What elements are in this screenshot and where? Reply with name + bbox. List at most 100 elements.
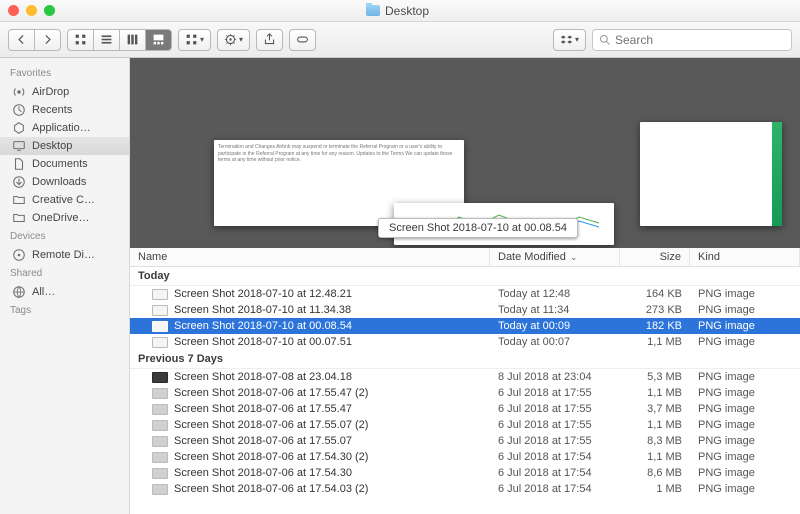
file-row[interactable]: Screen Shot 2018-07-10 at 12.48.21Today … xyxy=(130,286,800,302)
close-window-button[interactable] xyxy=(8,5,19,16)
file-icon xyxy=(152,436,168,447)
file-icon xyxy=(152,420,168,431)
sidebar-item[interactable]: AirDrop xyxy=(0,83,129,101)
share-button[interactable] xyxy=(256,29,283,51)
file-size: 164 KB xyxy=(620,287,690,301)
file-icon xyxy=(152,305,168,316)
sidebar-header: Favorites xyxy=(0,64,129,83)
sidebar-item[interactable]: Creative C… xyxy=(0,191,129,209)
file-date: 6 Jul 2018 at 17:54 xyxy=(490,466,620,480)
file-date: 6 Jul 2018 at 17:55 xyxy=(490,418,620,432)
file-kind: PNG image xyxy=(690,287,800,301)
sidebar-header: Tags xyxy=(0,301,129,320)
gallery-view-button[interactable] xyxy=(146,29,172,51)
sidebar-item[interactable]: Remote Di… xyxy=(0,246,129,264)
file-row[interactable]: Screen Shot 2018-07-10 at 00.07.51Today … xyxy=(130,334,800,350)
network-icon xyxy=(12,285,26,299)
file-icon xyxy=(152,404,168,415)
file-kind: PNG image xyxy=(690,319,800,333)
file-name: Screen Shot 2018-07-06 at 17.55.07 xyxy=(174,435,352,447)
file-date: Today at 11:34 xyxy=(490,303,620,317)
back-button[interactable] xyxy=(8,29,35,51)
file-row[interactable]: Screen Shot 2018-07-06 at 17.55.476 Jul … xyxy=(130,401,800,417)
airdrop-icon xyxy=(12,85,26,99)
minimize-window-button[interactable] xyxy=(26,5,37,16)
sidebar-item[interactable]: Downloads xyxy=(0,173,129,191)
sidebar-item[interactable]: Desktop xyxy=(0,137,129,155)
file-row[interactable]: Screen Shot 2018-07-06 at 17.54.03 (2)6 … xyxy=(130,481,800,497)
forward-button[interactable] xyxy=(35,29,61,51)
file-icon xyxy=(152,468,168,479)
file-kind: PNG image xyxy=(690,466,800,480)
sidebar-item-label: Recents xyxy=(32,104,72,116)
file-name: Screen Shot 2018-07-06 at 17.55.07 (2) xyxy=(174,419,368,431)
list-view-button[interactable] xyxy=(94,29,120,51)
sidebar-item[interactable]: OneDrive… xyxy=(0,209,129,227)
file-row[interactable]: Screen Shot 2018-07-10 at 11.34.38Today … xyxy=(130,302,800,318)
icon-view-button[interactable] xyxy=(67,29,94,51)
arrange-button[interactable]: ▾ xyxy=(178,29,211,51)
file-row[interactable]: Screen Shot 2018-07-06 at 17.54.30 (2)6 … xyxy=(130,449,800,465)
file-size: 3,7 MB xyxy=(620,402,690,416)
file-row[interactable]: Screen Shot 2018-07-08 at 23.04.188 Jul … xyxy=(130,369,800,385)
column-header-name[interactable]: Name xyxy=(130,248,490,266)
window-title: Desktop xyxy=(55,4,740,18)
file-kind: PNG image xyxy=(690,303,800,317)
file-row[interactable]: Screen Shot 2018-07-06 at 17.55.076 Jul … xyxy=(130,433,800,449)
file-name: Screen Shot 2018-07-06 at 17.54.03 (2) xyxy=(174,483,368,495)
file-kind: PNG image xyxy=(690,434,800,448)
column-header-date[interactable]: Date Modified⌄ xyxy=(490,248,620,266)
zoom-window-button[interactable] xyxy=(44,5,55,16)
file-kind: PNG image xyxy=(690,402,800,416)
file-size: 1,1 MB xyxy=(620,386,690,400)
file-kind: PNG image xyxy=(690,335,800,349)
action-button[interactable]: ▾ xyxy=(217,29,250,51)
preview-thumbnail[interactable] xyxy=(640,122,782,226)
window-title-text: Desktop xyxy=(385,4,429,18)
file-kind: PNG image xyxy=(690,482,800,496)
sidebar-header: Shared xyxy=(0,264,129,283)
search-input[interactable] xyxy=(615,33,785,47)
column-header-size[interactable]: Size xyxy=(620,248,690,266)
recents-icon xyxy=(12,103,26,117)
column-header-kind[interactable]: Kind xyxy=(690,248,800,266)
column-view-button[interactable] xyxy=(120,29,146,51)
file-size: 1,1 MB xyxy=(620,335,690,349)
sidebar-item-label: Applicatio… xyxy=(32,122,91,134)
file-row[interactable]: Screen Shot 2018-07-10 at 00.08.54Today … xyxy=(130,318,800,334)
file-size: 8,3 MB xyxy=(620,434,690,448)
sidebar-item-label: OneDrive… xyxy=(32,212,89,224)
sidebar-item-label: Documents xyxy=(32,158,88,170)
file-kind: PNG image xyxy=(690,450,800,464)
view-mode-buttons xyxy=(67,29,172,51)
file-size: 1,1 MB xyxy=(620,418,690,432)
group-header: Today xyxy=(130,267,800,286)
sidebar-item[interactable]: All… xyxy=(0,283,129,301)
file-icon xyxy=(152,289,168,300)
file-date: 6 Jul 2018 at 17:55 xyxy=(490,402,620,416)
folder-icon xyxy=(12,211,26,225)
folder-icon xyxy=(12,193,26,207)
sidebar-item[interactable]: Recents xyxy=(0,101,129,119)
file-icon xyxy=(152,321,168,332)
file-date: Today at 12:48 xyxy=(490,287,620,301)
documents-icon xyxy=(12,157,26,171)
file-date: Today at 00:07 xyxy=(490,335,620,349)
sidebar-item[interactable]: Applicatio… xyxy=(0,119,129,137)
search-field[interactable] xyxy=(592,29,792,51)
toolbar: ▾ ▾ ▾ xyxy=(0,22,800,58)
file-size: 5,3 MB xyxy=(620,370,690,384)
sidebar-item-label: Desktop xyxy=(32,140,72,152)
sidebar-item-label: Remote Di… xyxy=(32,249,95,261)
sidebar-item[interactable]: Documents xyxy=(0,155,129,173)
file-name: Screen Shot 2018-07-06 at 17.55.47 (2) xyxy=(174,387,368,399)
file-row[interactable]: Screen Shot 2018-07-06 at 17.55.07 (2) 6 … xyxy=(130,417,800,433)
dropbox-button[interactable]: ▾ xyxy=(553,29,586,51)
file-size: 8,6 MB xyxy=(620,466,690,480)
file-row[interactable]: Screen Shot 2018-07-06 at 17.54.306 Jul … xyxy=(130,465,800,481)
file-kind: PNG image xyxy=(690,386,800,400)
main-content: Termination and Changes Airbnb may suspe… xyxy=(130,58,800,514)
tags-button[interactable] xyxy=(289,29,316,51)
file-icon xyxy=(152,452,168,463)
file-row[interactable]: Screen Shot 2018-07-06 at 17.55.47 (2)6 … xyxy=(130,385,800,401)
